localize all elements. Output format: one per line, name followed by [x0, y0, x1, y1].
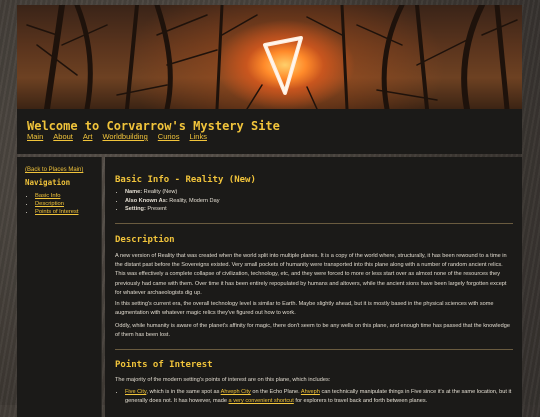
info-label: Setting: — [125, 206, 146, 213]
nav-worldbuilding[interactable]: Worldbuilding — [102, 132, 147, 141]
info-value: Present — [147, 206, 167, 213]
info-item: Setting: Present — [125, 205, 220, 214]
nav-about[interactable]: About — [53, 132, 73, 141]
ahveph-link[interactable]: Ahveph — [301, 389, 320, 395]
site-title: Welcome to Corvarrow's Mystery Site — [27, 119, 280, 133]
section-divider — [115, 349, 513, 350]
info-label: Name: — [125, 189, 143, 195]
poi-intro: The majority of the modern setting's poi… — [115, 377, 331, 383]
five-city-link[interactable]: Five City — [125, 389, 146, 395]
sidebar-link-basic-info[interactable]: Basic Info — [35, 193, 60, 199]
nav-art[interactable]: Art — [83, 132, 93, 141]
basic-info-heading: Basic Info - Reality (New) — [115, 175, 256, 185]
nav-curios[interactable]: Curios — [158, 132, 180, 141]
info-item: Name: Reality (New) — [125, 188, 220, 197]
sidebar-nav-list: Basic Info Description Points of Interes… — [25, 193, 79, 216]
info-label: Also Known As: — [125, 197, 168, 204]
main-content: Basic Info - Reality (New) Name: Reality… — [105, 157, 522, 417]
forest-tree-artwork — [26, 5, 518, 109]
points-of-interest-heading: Points of Interest — [115, 360, 213, 370]
poi-text: , which is in the same spot as — [146, 389, 221, 395]
info-value: Reality (New) — [143, 189, 178, 195]
basic-info-list: Name: Reality (New) Also Known As: Reali… — [115, 188, 220, 214]
description-paragraph-3: Oddly, while humanity is aware of the pl… — [115, 323, 510, 339]
info-item: Also Known As: Reality, Modern Day — [125, 197, 220, 206]
ahveph-city-link[interactable]: Ahveph City — [221, 389, 251, 395]
description-paragraph-2: In this setting's current era, the overa… — [115, 301, 494, 317]
info-value: Reality, Modern Day — [169, 197, 220, 204]
sidebar-item-points-of-interest: Points of Interest — [35, 209, 79, 217]
nav-links[interactable]: Links — [189, 132, 207, 141]
poi-text: for explorers to travel back and forth b… — [293, 398, 428, 405]
sidebar-item-description: Description — [35, 201, 79, 209]
nav-main[interactable]: Main — [27, 132, 43, 141]
back-to-places-link[interactable]: (Back to Places Main) — [25, 167, 83, 173]
description-paragraph-1: A new version of Reality that was create… — [115, 253, 507, 296]
poi-item: Five City, which is in the same spot as … — [125, 388, 523, 406]
header-banner-image — [17, 5, 522, 109]
sidebar-item-basic-info: Basic Info — [35, 193, 79, 201]
main-nav: Main About Art Worldbuilding Curios Link… — [27, 132, 207, 141]
poi-list: Five City, which is in the same spot as … — [115, 388, 523, 406]
description-heading: Description — [115, 235, 175, 245]
section-divider — [115, 223, 513, 224]
sidebar: (Back to Places Main) Navigation Basic I… — [17, 157, 102, 417]
poi-text: on the Echo Plane. — [250, 389, 301, 395]
site-header: Welcome to Corvarrow's Mystery Site Main… — [17, 109, 522, 154]
sidebar-heading: Navigation — [25, 178, 71, 187]
sidebar-link-points-of-interest[interactable]: Points of Interest — [35, 209, 79, 215]
sidebar-link-description[interactable]: Description — [35, 201, 64, 207]
shortcut-link[interactable]: a very convenient shortcut — [229, 398, 294, 404]
